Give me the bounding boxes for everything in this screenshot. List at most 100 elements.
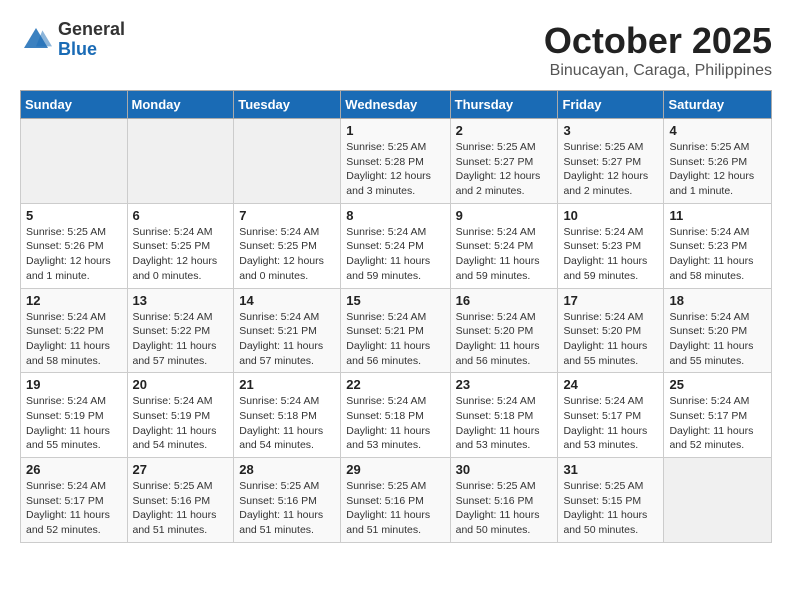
day-info: Sunrise: 5:25 AM Sunset: 5:15 PM Dayligh… xyxy=(563,479,658,538)
calendar-cell xyxy=(21,119,128,204)
day-number: 23 xyxy=(456,377,553,392)
calendar-cell: 20Sunrise: 5:24 AM Sunset: 5:19 PM Dayli… xyxy=(127,373,234,458)
day-number: 26 xyxy=(26,462,122,477)
day-info: Sunrise: 5:24 AM Sunset: 5:20 PM Dayligh… xyxy=(563,310,658,369)
day-info: Sunrise: 5:25 AM Sunset: 5:26 PM Dayligh… xyxy=(669,140,766,199)
day-info: Sunrise: 5:25 AM Sunset: 5:16 PM Dayligh… xyxy=(239,479,335,538)
day-info: Sunrise: 5:24 AM Sunset: 5:18 PM Dayligh… xyxy=(346,394,444,453)
calendar-cell: 15Sunrise: 5:24 AM Sunset: 5:21 PM Dayli… xyxy=(341,288,450,373)
calendar-cell: 12 Sunrise: 5:24 AM Sunset: 5:22 PM Dayli… xyxy=(21,288,128,373)
day-info: Sunrise: 5:24 AM Sunset: 5:22 PM Dayligh… xyxy=(26,310,122,369)
day-info: Sunrise: 5:24 AM Sunset: 5:22 PM Dayligh… xyxy=(133,310,229,369)
calendar-cell: 26Sunrise: 5:24 AM Sunset: 5:17 PM Dayli… xyxy=(21,458,128,543)
day-info: Sunrise: 5:25 AM Sunset: 5:26 PM Dayligh… xyxy=(26,225,122,284)
day-number: 5 xyxy=(26,208,122,223)
calendar-cell: 27 Sunrise: 5:25 AM Sunset: 5:16 PM Dayli… xyxy=(127,458,234,543)
day-number: 6 xyxy=(133,208,229,223)
month-title: October 2025 xyxy=(544,20,772,62)
day-info: Sunrise: 5:24 AM Sunset: 5:20 PM Dayligh… xyxy=(669,310,766,369)
location-subtitle: Binucayan, Caraga, Philippines xyxy=(544,62,772,80)
day-number: 28 xyxy=(239,462,335,477)
day-number: 10 xyxy=(563,208,658,223)
calendar-cell: 24Sunrise: 5:24 AM Sunset: 5:17 PM Dayli… xyxy=(558,373,664,458)
day-number: 11 xyxy=(669,208,766,223)
day-number: 22 xyxy=(346,377,444,392)
logo: General Blue xyxy=(20,20,125,60)
day-info: Sunrise: 5:24 AM Sunset: 5:23 PM Dayligh… xyxy=(563,225,658,284)
calendar-cell: 7 Sunrise: 5:24 AM Sunset: 5:25 PM Daylig… xyxy=(234,203,341,288)
calendar-cell: 25Sunrise: 5:24 AM Sunset: 5:17 PM Dayli… xyxy=(664,373,772,458)
calendar-cell: 29Sunrise: 5:25 AM Sunset: 5:16 PM Dayli… xyxy=(341,458,450,543)
calendar-cell: 1 Sunrise: 5:25 AM Sunset: 5:28 PM Daylig… xyxy=(341,119,450,204)
day-info: Sunrise: 5:24 AM Sunset: 5:18 PM Dayligh… xyxy=(456,394,553,453)
title-block: October 2025 Binucayan, Caraga, Philippi… xyxy=(544,20,772,80)
day-number: 9 xyxy=(456,208,553,223)
day-info: Sunrise: 5:25 AM Sunset: 5:28 PM Dayligh… xyxy=(346,140,444,199)
day-info: Sunrise: 5:24 AM Sunset: 5:24 PM Dayligh… xyxy=(346,225,444,284)
calendar-cell: 30Sunrise: 5:25 AM Sunset: 5:16 PM Dayli… xyxy=(450,458,558,543)
weekday-header: Sunday xyxy=(21,91,128,119)
calendar-week-row: 1 Sunrise: 5:25 AM Sunset: 5:28 PM Daylig… xyxy=(21,119,772,204)
logo-text: General Blue xyxy=(58,20,125,60)
day-number: 12 xyxy=(26,293,122,308)
day-number: 24 xyxy=(563,377,658,392)
calendar-cell: 23 Sunrise: 5:24 AM Sunset: 5:18 PM Dayli… xyxy=(450,373,558,458)
calendar-cell: 11 Sunrise: 5:24 AM Sunset: 5:23 PM Dayli… xyxy=(664,203,772,288)
day-number: 4 xyxy=(669,123,766,138)
calendar-cell: 5 Sunrise: 5:25 AM Sunset: 5:26 PM Daylig… xyxy=(21,203,128,288)
day-info: Sunrise: 5:24 AM Sunset: 5:19 PM Dayligh… xyxy=(26,394,122,453)
calendar-cell: 22 Sunrise: 5:24 AM Sunset: 5:18 PM Dayli… xyxy=(341,373,450,458)
calendar-cell: 18 Sunrise: 5:24 AM Sunset: 5:20 PM Dayli… xyxy=(664,288,772,373)
calendar-cell: 2Sunrise: 5:25 AM Sunset: 5:27 PM Daylig… xyxy=(450,119,558,204)
calendar-cell: 21Sunrise: 5:24 AM Sunset: 5:18 PM Dayli… xyxy=(234,373,341,458)
day-number: 1 xyxy=(346,123,444,138)
calendar-week-row: 5 Sunrise: 5:25 AM Sunset: 5:26 PM Daylig… xyxy=(21,203,772,288)
day-info: Sunrise: 5:24 AM Sunset: 5:25 PM Dayligh… xyxy=(239,225,335,284)
day-info: Sunrise: 5:24 AM Sunset: 5:24 PM Dayligh… xyxy=(456,225,553,284)
calendar-cell: 10 Sunrise: 5:24 AM Sunset: 5:23 PM Dayli… xyxy=(558,203,664,288)
calendar-week-row: 19 Sunrise: 5:24 AM Sunset: 5:19 PM Dayli… xyxy=(21,373,772,458)
calendar-cell: 28 Sunrise: 5:25 AM Sunset: 5:16 PM Dayli… xyxy=(234,458,341,543)
weekday-header: Monday xyxy=(127,91,234,119)
day-number: 17 xyxy=(563,293,658,308)
calendar-cell: 17 Sunrise: 5:24 AM Sunset: 5:20 PM Dayli… xyxy=(558,288,664,373)
logo-blue: Blue xyxy=(58,40,125,60)
day-number: 27 xyxy=(133,462,229,477)
logo-general: General xyxy=(58,20,125,40)
day-info: Sunrise: 5:24 AM Sunset: 5:25 PM Dayligh… xyxy=(133,225,229,284)
day-info: Sunrise: 5:24 AM Sunset: 5:21 PM Dayligh… xyxy=(239,310,335,369)
logo-icon xyxy=(20,24,52,56)
calendar-cell: 13Sunrise: 5:24 AM Sunset: 5:22 PM Dayli… xyxy=(127,288,234,373)
weekday-header: Friday xyxy=(558,91,664,119)
day-info: Sunrise: 5:25 AM Sunset: 5:16 PM Dayligh… xyxy=(133,479,229,538)
day-number: 7 xyxy=(239,208,335,223)
day-info: Sunrise: 5:25 AM Sunset: 5:27 PM Dayligh… xyxy=(563,140,658,199)
calendar-cell: 31Sunrise: 5:25 AM Sunset: 5:15 PM Dayli… xyxy=(558,458,664,543)
calendar-table: SundayMondayTuesdayWednesdayThursdayFrid… xyxy=(20,90,772,543)
weekday-header-row: SundayMondayTuesdayWednesdayThursdayFrid… xyxy=(21,91,772,119)
calendar-cell: 16Sunrise: 5:24 AM Sunset: 5:20 PM Dayli… xyxy=(450,288,558,373)
day-number: 30 xyxy=(456,462,553,477)
calendar-cell: 19 Sunrise: 5:24 AM Sunset: 5:19 PM Dayli… xyxy=(21,373,128,458)
day-number: 29 xyxy=(346,462,444,477)
calendar-cell: 9 Sunrise: 5:24 AM Sunset: 5:24 PM Daylig… xyxy=(450,203,558,288)
calendar-cell xyxy=(127,119,234,204)
calendar-cell xyxy=(234,119,341,204)
day-number: 18 xyxy=(669,293,766,308)
day-info: Sunrise: 5:24 AM Sunset: 5:18 PM Dayligh… xyxy=(239,394,335,453)
calendar-week-row: 26Sunrise: 5:24 AM Sunset: 5:17 PM Dayli… xyxy=(21,458,772,543)
day-info: Sunrise: 5:24 AM Sunset: 5:19 PM Dayligh… xyxy=(133,394,229,453)
day-number: 3 xyxy=(563,123,658,138)
calendar-week-row: 12 Sunrise: 5:24 AM Sunset: 5:22 PM Dayli… xyxy=(21,288,772,373)
day-number: 2 xyxy=(456,123,553,138)
day-number: 14 xyxy=(239,293,335,308)
weekday-header: Wednesday xyxy=(341,91,450,119)
calendar-cell: 8 Sunrise: 5:24 AM Sunset: 5:24 PM Daylig… xyxy=(341,203,450,288)
day-number: 8 xyxy=(346,208,444,223)
day-number: 19 xyxy=(26,377,122,392)
day-info: Sunrise: 5:24 AM Sunset: 5:20 PM Dayligh… xyxy=(456,310,553,369)
day-info: Sunrise: 5:24 AM Sunset: 5:23 PM Dayligh… xyxy=(669,225,766,284)
calendar-cell: 14 Sunrise: 5:24 AM Sunset: 5:21 PM Dayli… xyxy=(234,288,341,373)
day-number: 25 xyxy=(669,377,766,392)
weekday-header: Saturday xyxy=(664,91,772,119)
